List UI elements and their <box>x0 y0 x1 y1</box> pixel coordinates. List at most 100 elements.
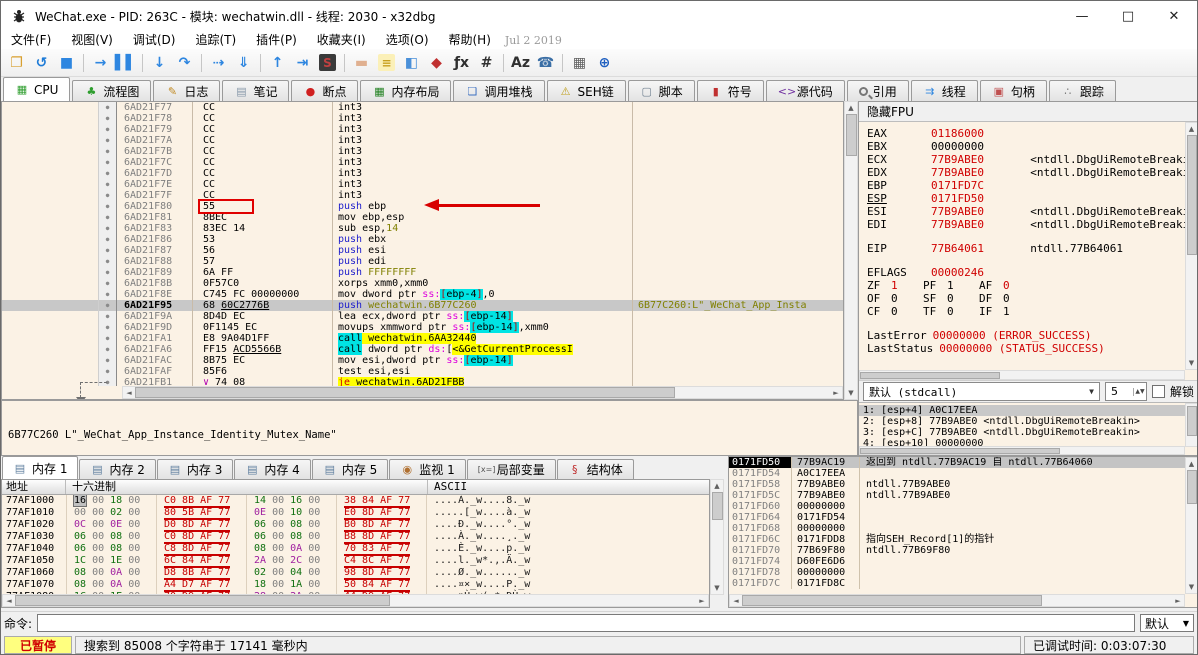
internet-button[interactable]: ⊕ <box>592 51 617 75</box>
close-button[interactable]: ✕ <box>1151 1 1197 31</box>
disasm-row[interactable]: ● 6AD21F77 CC int3 <box>2 102 843 113</box>
register-row[interactable]: OF 0 SF 0 DF 0 <box>867 292 1185 305</box>
register-row[interactable]: GS002BFS0053 <box>867 366 1185 368</box>
bookmark-button[interactable]: ◆ <box>424 51 449 75</box>
register-row[interactable]: EBP 0171FD7C <box>867 179 1185 192</box>
disasm-row[interactable]: ● 6AD21F7A CC int3 <box>2 135 843 146</box>
breakpoint-dot-icon[interactable]: ● <box>98 102 116 113</box>
breakpoint-dot-icon[interactable]: ● <box>98 113 116 124</box>
dump-row[interactable]: 77AF1050 1C 00 1E 00 6C 84 AF 77 2A 00 2C 0… <box>2 555 709 568</box>
trace-into-button[interactable]: ⇢ <box>206 51 231 75</box>
disasm-row[interactable]: ● 6AD21F9D 0F1145 EC movups xmmword ptr ss:… <box>2 322 843 333</box>
breakpoint-dot-icon[interactable]: ● <box>98 146 116 157</box>
breakpoint-dot-icon[interactable]: ● <box>98 344 116 355</box>
tab-内存 2[interactable]: ▤ 内存 2 <box>79 459 156 479</box>
calling-convention-select[interactable]: 默认 (stdcall) ▼ <box>863 382 1100 401</box>
restart-button[interactable]: ↺ <box>29 51 54 75</box>
patch-button[interactable]: ▬ <box>349 51 374 75</box>
disasm-row[interactable]: ● 6AD21F7E CC int3 <box>2 179 843 190</box>
disasm-row[interactable]: ● 6AD21F81 8BEC mov ebp,esp <box>2 212 843 223</box>
disasm-row[interactable]: ● 6AD21FA1 E8 9A04D1FF call wechatwin.6AA32… <box>2 333 843 344</box>
stepper-arrows-icon[interactable]: ▲▼ <box>1132 387 1146 396</box>
step-out-button[interactable]: ↑ <box>265 51 290 75</box>
argument-row[interactable]: 3: [esp+C] 77B9ABE0 <ntdll.DbgUiRemoteBr… <box>859 427 1197 438</box>
attach-button[interactable]: ☎ <box>533 51 558 75</box>
comment-button[interactable]: ≡ <box>374 51 399 75</box>
breakpoint-dot-icon[interactable]: ● <box>98 300 116 311</box>
tab-内存 5[interactable]: ▤ 内存 5 <box>311 459 389 479</box>
breakpoint-dot-icon[interactable]: ● <box>98 135 116 146</box>
tab-内存 3[interactable]: ▤ 内存 3 <box>156 459 234 479</box>
register-row[interactable]: CF 0 TF 0 IF 1 <box>867 305 1185 318</box>
stack-row[interactable]: 0171FD50 77B9AC19 返回到 ntdll.77B9AC19 自 ntd… <box>729 457 1185 468</box>
animate-button[interactable]: S <box>315 51 340 75</box>
stack-vscrollbar[interactable]: ▲ ▼ <box>1185 457 1197 594</box>
tab-脚本[interactable]: ▢ 脚本 <box>627 80 695 101</box>
arguments-hscrollbar[interactable] <box>859 446 1185 455</box>
register-row[interactable]: EFLAGS 00000246 <box>867 266 1185 279</box>
tab-调用堆栈[interactable]: ❏ 调用堆栈 <box>453 80 545 101</box>
hash-button[interactable]: # <box>474 51 499 75</box>
breakpoint-dot-icon[interactable]: ● <box>98 333 116 344</box>
function-button[interactable]: ƒx <box>449 51 474 75</box>
breakpoint-dot-icon[interactable]: ● <box>98 267 116 278</box>
tab-笔记[interactable]: ▤ 笔记 <box>222 80 290 101</box>
tab-流程图[interactable]: ♣ 流程图 <box>72 80 152 101</box>
menu-item[interactable]: 选项(O) <box>376 31 439 49</box>
stack-row[interactable]: 0171FD70 77B69F80 ntdll.77B69F80 <box>729 545 1185 556</box>
tab-跟踪[interactable]: ∴ 跟踪 <box>1048 80 1116 101</box>
stack-row[interactable]: 0171FD7C 0171FD8C <box>729 578 1185 589</box>
disasm-row[interactable]: ● 6AD21F87 56 push esi <box>2 245 843 256</box>
dump-row[interactable]: 77AF1020 0C 00 0E 00 D0 8D AF 77 06 00 08 0… <box>2 519 709 532</box>
dump-vscrollbar[interactable]: ▲ ▼ <box>710 479 724 595</box>
breakpoint-dot-icon[interactable]: ● <box>98 223 116 234</box>
stack-row[interactable]: 0171FD74 D60FE6D6 <box>729 556 1185 567</box>
breakpoint-dot-icon[interactable]: ● <box>98 322 116 333</box>
stack-row[interactable]: 0171FD58 77B9ABE0 ntdll.77B9ABE0 <box>729 479 1185 490</box>
tab-CPU[interactable]: ▦ CPU <box>3 77 71 101</box>
dump-row[interactable]: 77AF1070 08 00 0A 00 A4 D7 AF 77 18 00 1A 0… <box>2 579 709 592</box>
dump-row[interactable]: 77AF1060 08 00 0A 00 D8 8B AF 77 02 00 04 0… <box>2 567 709 580</box>
register-row[interactable]: LastError 00000000 (ERROR_SUCCESS) <box>867 329 1185 342</box>
disasm-row[interactable]: ● 6AD21F86 53 push ebx <box>2 234 843 245</box>
disasm-row[interactable]: ● 6AD21F78 CC int3 <box>2 113 843 124</box>
tab-内存 1[interactable]: ▤ 内存 1 <box>2 456 79 479</box>
breakpoint-dot-icon[interactable]: ● <box>98 168 116 179</box>
command-profile-select[interactable]: 默认 ▼ <box>1140 614 1194 632</box>
register-row[interactable]: LastStatus 00000000 (STATUS_SUCCESS) <box>867 342 1185 355</box>
tab-引用[interactable]: 引用 <box>846 80 909 101</box>
dump-row[interactable]: 77AF1010 00 00 02 00 80 5B AF 77 0E 00 10 0… <box>2 507 709 520</box>
disasm-row[interactable]: ● 6AD21F83 83EC 14 sub esp,14 <box>2 223 843 234</box>
register-row[interactable]: ESP 0171FD50 <box>867 192 1185 205</box>
run-to-user-code-button[interactable]: ⇥ <box>290 51 315 75</box>
hide-fpu-button[interactable]: 隐藏FPU <box>859 102 1197 122</box>
register-row[interactable]: ZF 1 PF 1 AF 0 <box>867 279 1185 292</box>
step-over-button[interactable]: ↷ <box>172 51 197 75</box>
tab-日志[interactable]: ✎ 日志 <box>153 80 221 101</box>
calculator-button[interactable]: ▦ <box>567 51 592 75</box>
register-row[interactable]: EIP 77B64061 ntdll.77B64061 <box>867 242 1185 255</box>
breakpoint-dot-icon[interactable]: ● <box>98 190 116 201</box>
tab-内存 4[interactable]: ▤ 内存 4 <box>234 459 311 479</box>
disasm-row[interactable]: ● 6AD21F8E C745 FC 00000000 mov dword ptr s… <box>2 289 843 300</box>
breakpoint-dot-icon[interactable]: ● <box>98 256 116 267</box>
stack-row[interactable]: 0171FD64 0171FD54 <box>729 512 1185 523</box>
breakpoint-dot-icon[interactable]: ● <box>98 311 116 322</box>
disasm-row[interactable]: ● 6AD21FB1 ∨ 74 08 je wechatwin.6AD21FBB <box>2 377 843 386</box>
breakpoint-dot-icon[interactable]: ● <box>98 289 116 300</box>
maximize-button[interactable]: □ <box>1105 1 1151 31</box>
dump-hscrollbar[interactable]: ◄ ► <box>2 594 709 607</box>
disassembly-vscrollbar[interactable]: ▲ ▼ <box>844 101 858 400</box>
disasm-row[interactable]: ● 6AD21F89 6A FF push FFFFFFFF <box>2 267 843 278</box>
stack-row[interactable]: 0171FD6C 0171FDD8 指向SEH_Record[1]的指针 <box>729 534 1185 545</box>
tab-内存布局[interactable]: ▦ 内存布局 <box>360 80 452 101</box>
breakpoint-dot-icon[interactable]: ● <box>98 179 116 190</box>
disasm-row[interactable]: ● 6AD21F7B CC int3 <box>2 146 843 157</box>
disasm-row[interactable]: ● 6AD21F95 68 60C2776B push wechatwin.6B77C… <box>2 300 843 311</box>
stop-button[interactable]: ■ <box>54 51 79 75</box>
stack-row[interactable]: 0171FD60 00000000 <box>729 501 1185 512</box>
run-button[interactable]: → <box>88 51 113 75</box>
stack-row[interactable]: 0171FD54 A0C17EEA <box>729 468 1185 479</box>
strings-button[interactable]: Az <box>508 51 533 75</box>
register-row[interactable]: EBX 00000000 <box>867 140 1185 153</box>
